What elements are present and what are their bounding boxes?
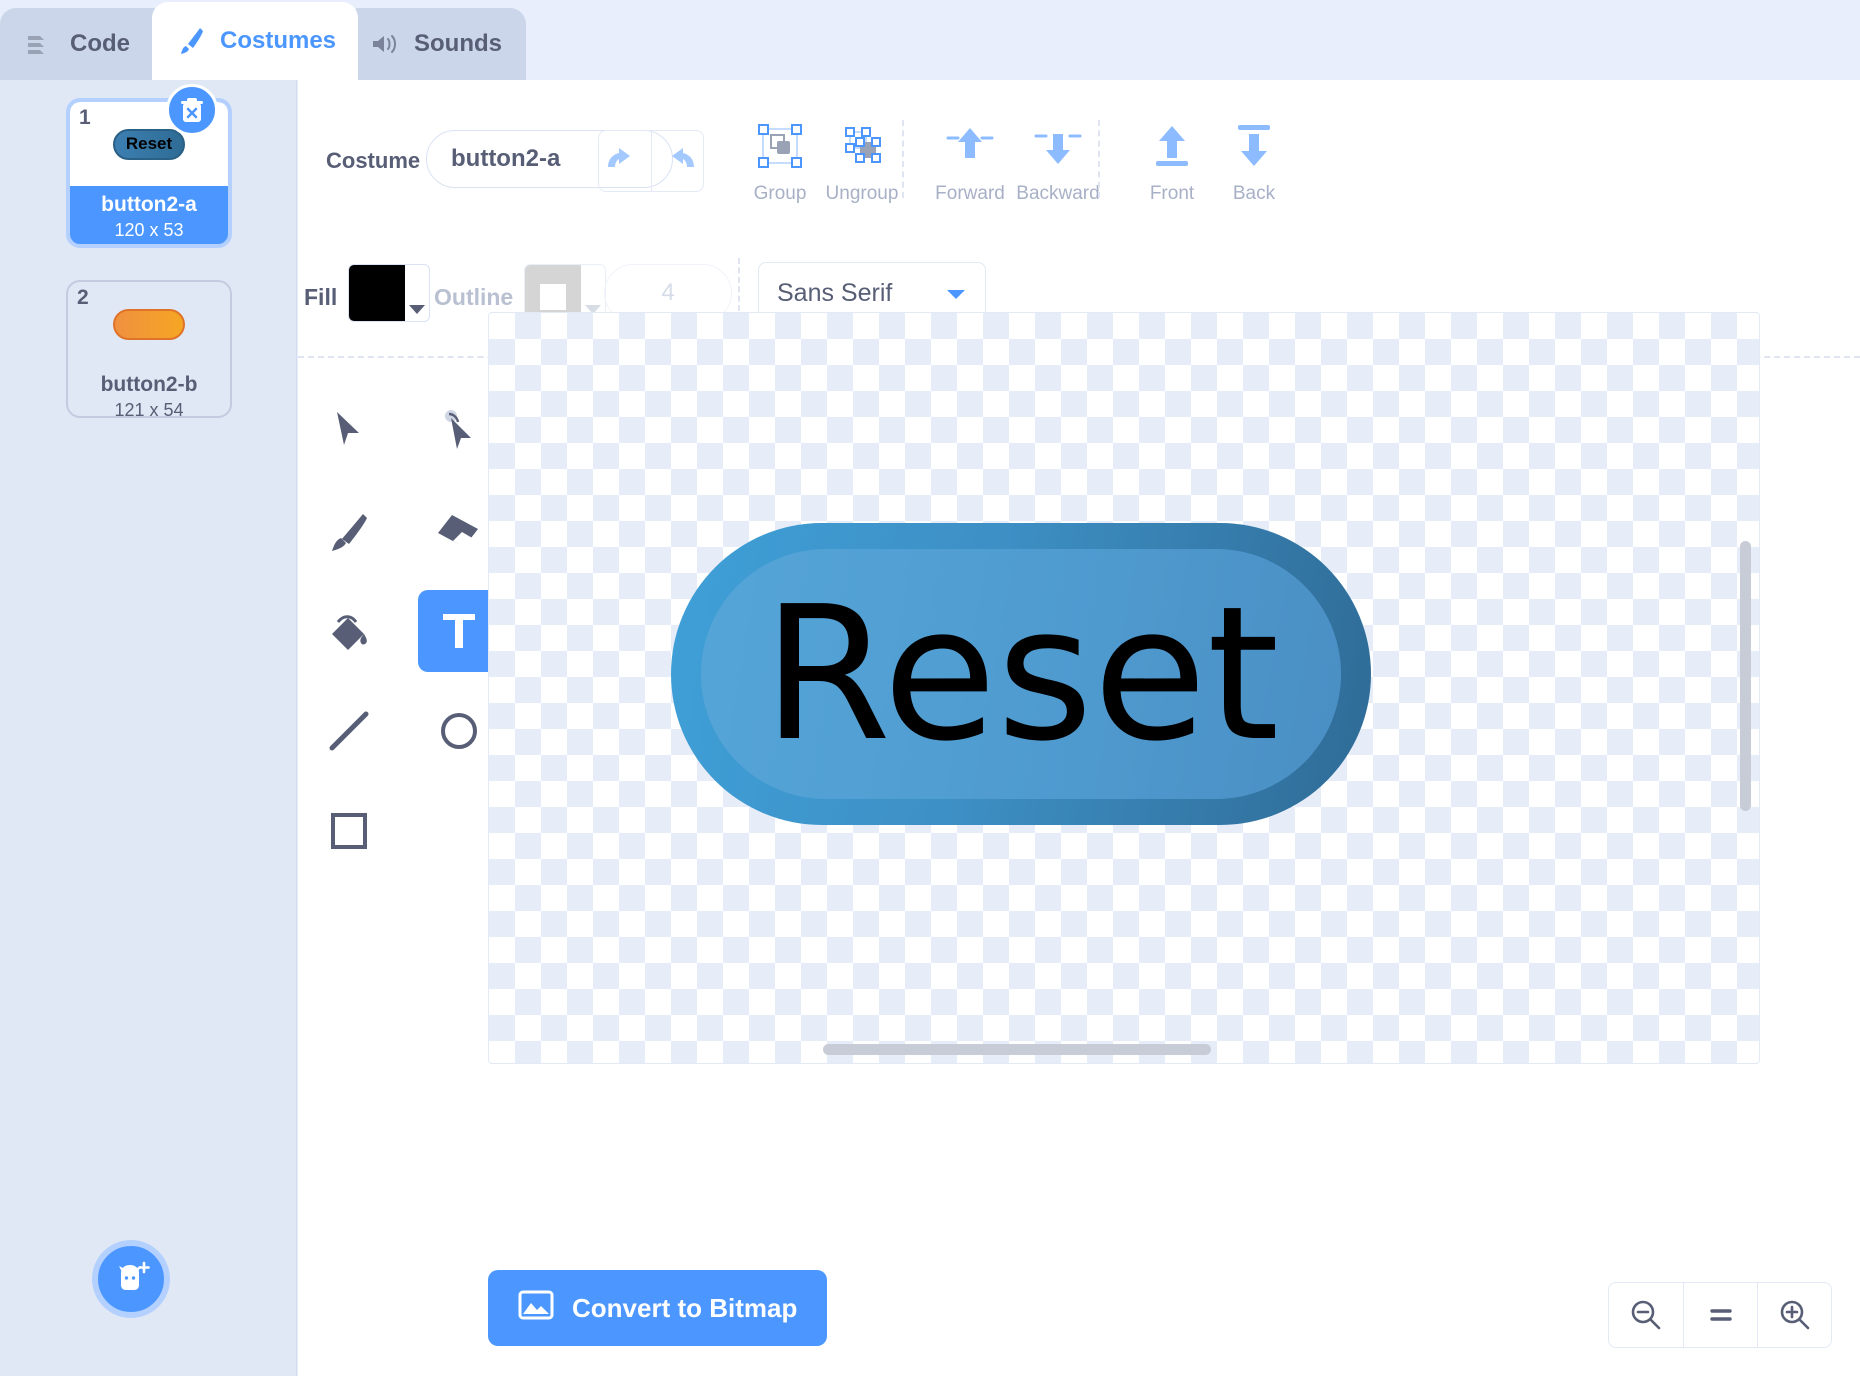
line-tool[interactable] [308,690,390,772]
tab-code-label: Code [70,30,130,58]
image-icon [518,1289,554,1328]
costume-list-panel: 1 Reset button2-a 120 x 53 2 button2- [0,80,297,1376]
costume-toolbar-row: Costume [298,106,1860,216]
zoom-in-button[interactable] [1757,1283,1831,1347]
costume-name-2: button2-b [68,373,230,397]
undo-button[interactable] [599,131,652,191]
code-icon [26,32,56,56]
costume-size-1: 120 x 53 [70,220,228,241]
tab-code[interactable]: Code [0,8,172,80]
fill-color-swatch[interactable] [348,264,430,322]
backward-button[interactable]: Backward [1008,120,1108,205]
paintbrush-icon [178,26,206,56]
forward-label: Forward [935,183,1005,205]
zoom-reset-button[interactable] [1683,1283,1757,1347]
back-label: Back [1233,183,1275,205]
back-icon [1228,120,1280,177]
tool-palette [308,390,518,872]
fill-label: Fill [304,284,337,311]
speaker-icon [370,32,400,56]
costume-index-1: 1 [79,106,91,130]
group-label: Group [754,183,807,205]
fill-tool[interactable] [308,590,390,672]
front-label: Front [1150,183,1194,205]
outline-label: Outline [434,284,513,311]
delete-costume-button[interactable] [166,84,218,136]
costume-list-item-2[interactable]: 2 button2-b 121 x 54 [66,280,232,418]
costume-name-1: button2-a [70,193,228,217]
chevron-down-icon [405,265,429,321]
zoom-out-button[interactable] [1609,1283,1683,1347]
tab-sounds-label: Sounds [414,30,502,58]
back-button[interactable]: Back [1204,120,1304,205]
tab-costumes-label: Costumes [220,27,336,55]
costume-meta-2: button2-b 121 x 54 [68,366,230,418]
costume-thumbnail-2: 2 [68,282,230,366]
costume-index-2: 2 [77,286,89,310]
canvas-horizontal-scrollbar[interactable] [823,1044,1211,1055]
fill-color-preview [349,265,405,321]
costume-size-2: 121 x 54 [68,400,230,418]
tab-bar: Code Costumes Sounds [0,0,1860,80]
backward-icon [1032,120,1084,177]
convert-to-bitmap-label: Convert to Bitmap [572,1293,797,1324]
costume-editor: Code Costumes Sounds [0,0,1860,1376]
artwork-text: Reset [763,582,1280,767]
editor-main-panel: Costume [298,80,1860,1376]
tab-costumes[interactable]: Costumes [152,2,358,80]
group-icon [754,120,806,177]
undo-redo-group [598,130,704,192]
ungroup-icon [836,120,888,177]
ungroup-label: Ungroup [826,183,899,205]
costume-meta-1: button2-a 120 x 53 [70,186,228,241]
redo-button[interactable] [652,131,704,191]
font-select-value: Sans Serif [777,279,892,308]
paint-canvas[interactable]: Reset [488,312,1760,1064]
convert-to-bitmap-button[interactable]: Convert to Bitmap [488,1270,827,1346]
rectangle-tool[interactable] [308,790,390,872]
forward-button[interactable]: Forward [920,120,1020,205]
canvas-vertical-scrollbar[interactable] [1740,541,1751,811]
costume-thumb-art-2 [113,309,185,340]
toolbar-divider-1 [902,120,904,198]
ungroup-button[interactable]: Ungroup [812,120,912,205]
zoom-controls [1608,1282,1832,1348]
costume-thumb-art-1: Reset [113,129,185,160]
tab-sounds[interactable]: Sounds [344,8,526,80]
brush-tool[interactable] [308,490,390,572]
toolbar-divider-2 [1098,120,1100,198]
select-tool[interactable] [308,390,390,472]
forward-icon [944,120,996,177]
canvas-artwork[interactable]: Reset [671,523,1371,825]
chevron-down-icon [945,279,967,308]
front-icon [1146,120,1198,177]
add-costume-button[interactable] [92,1240,170,1318]
backward-label: Backward [1016,183,1099,205]
costume-label: Costume [326,148,420,174]
